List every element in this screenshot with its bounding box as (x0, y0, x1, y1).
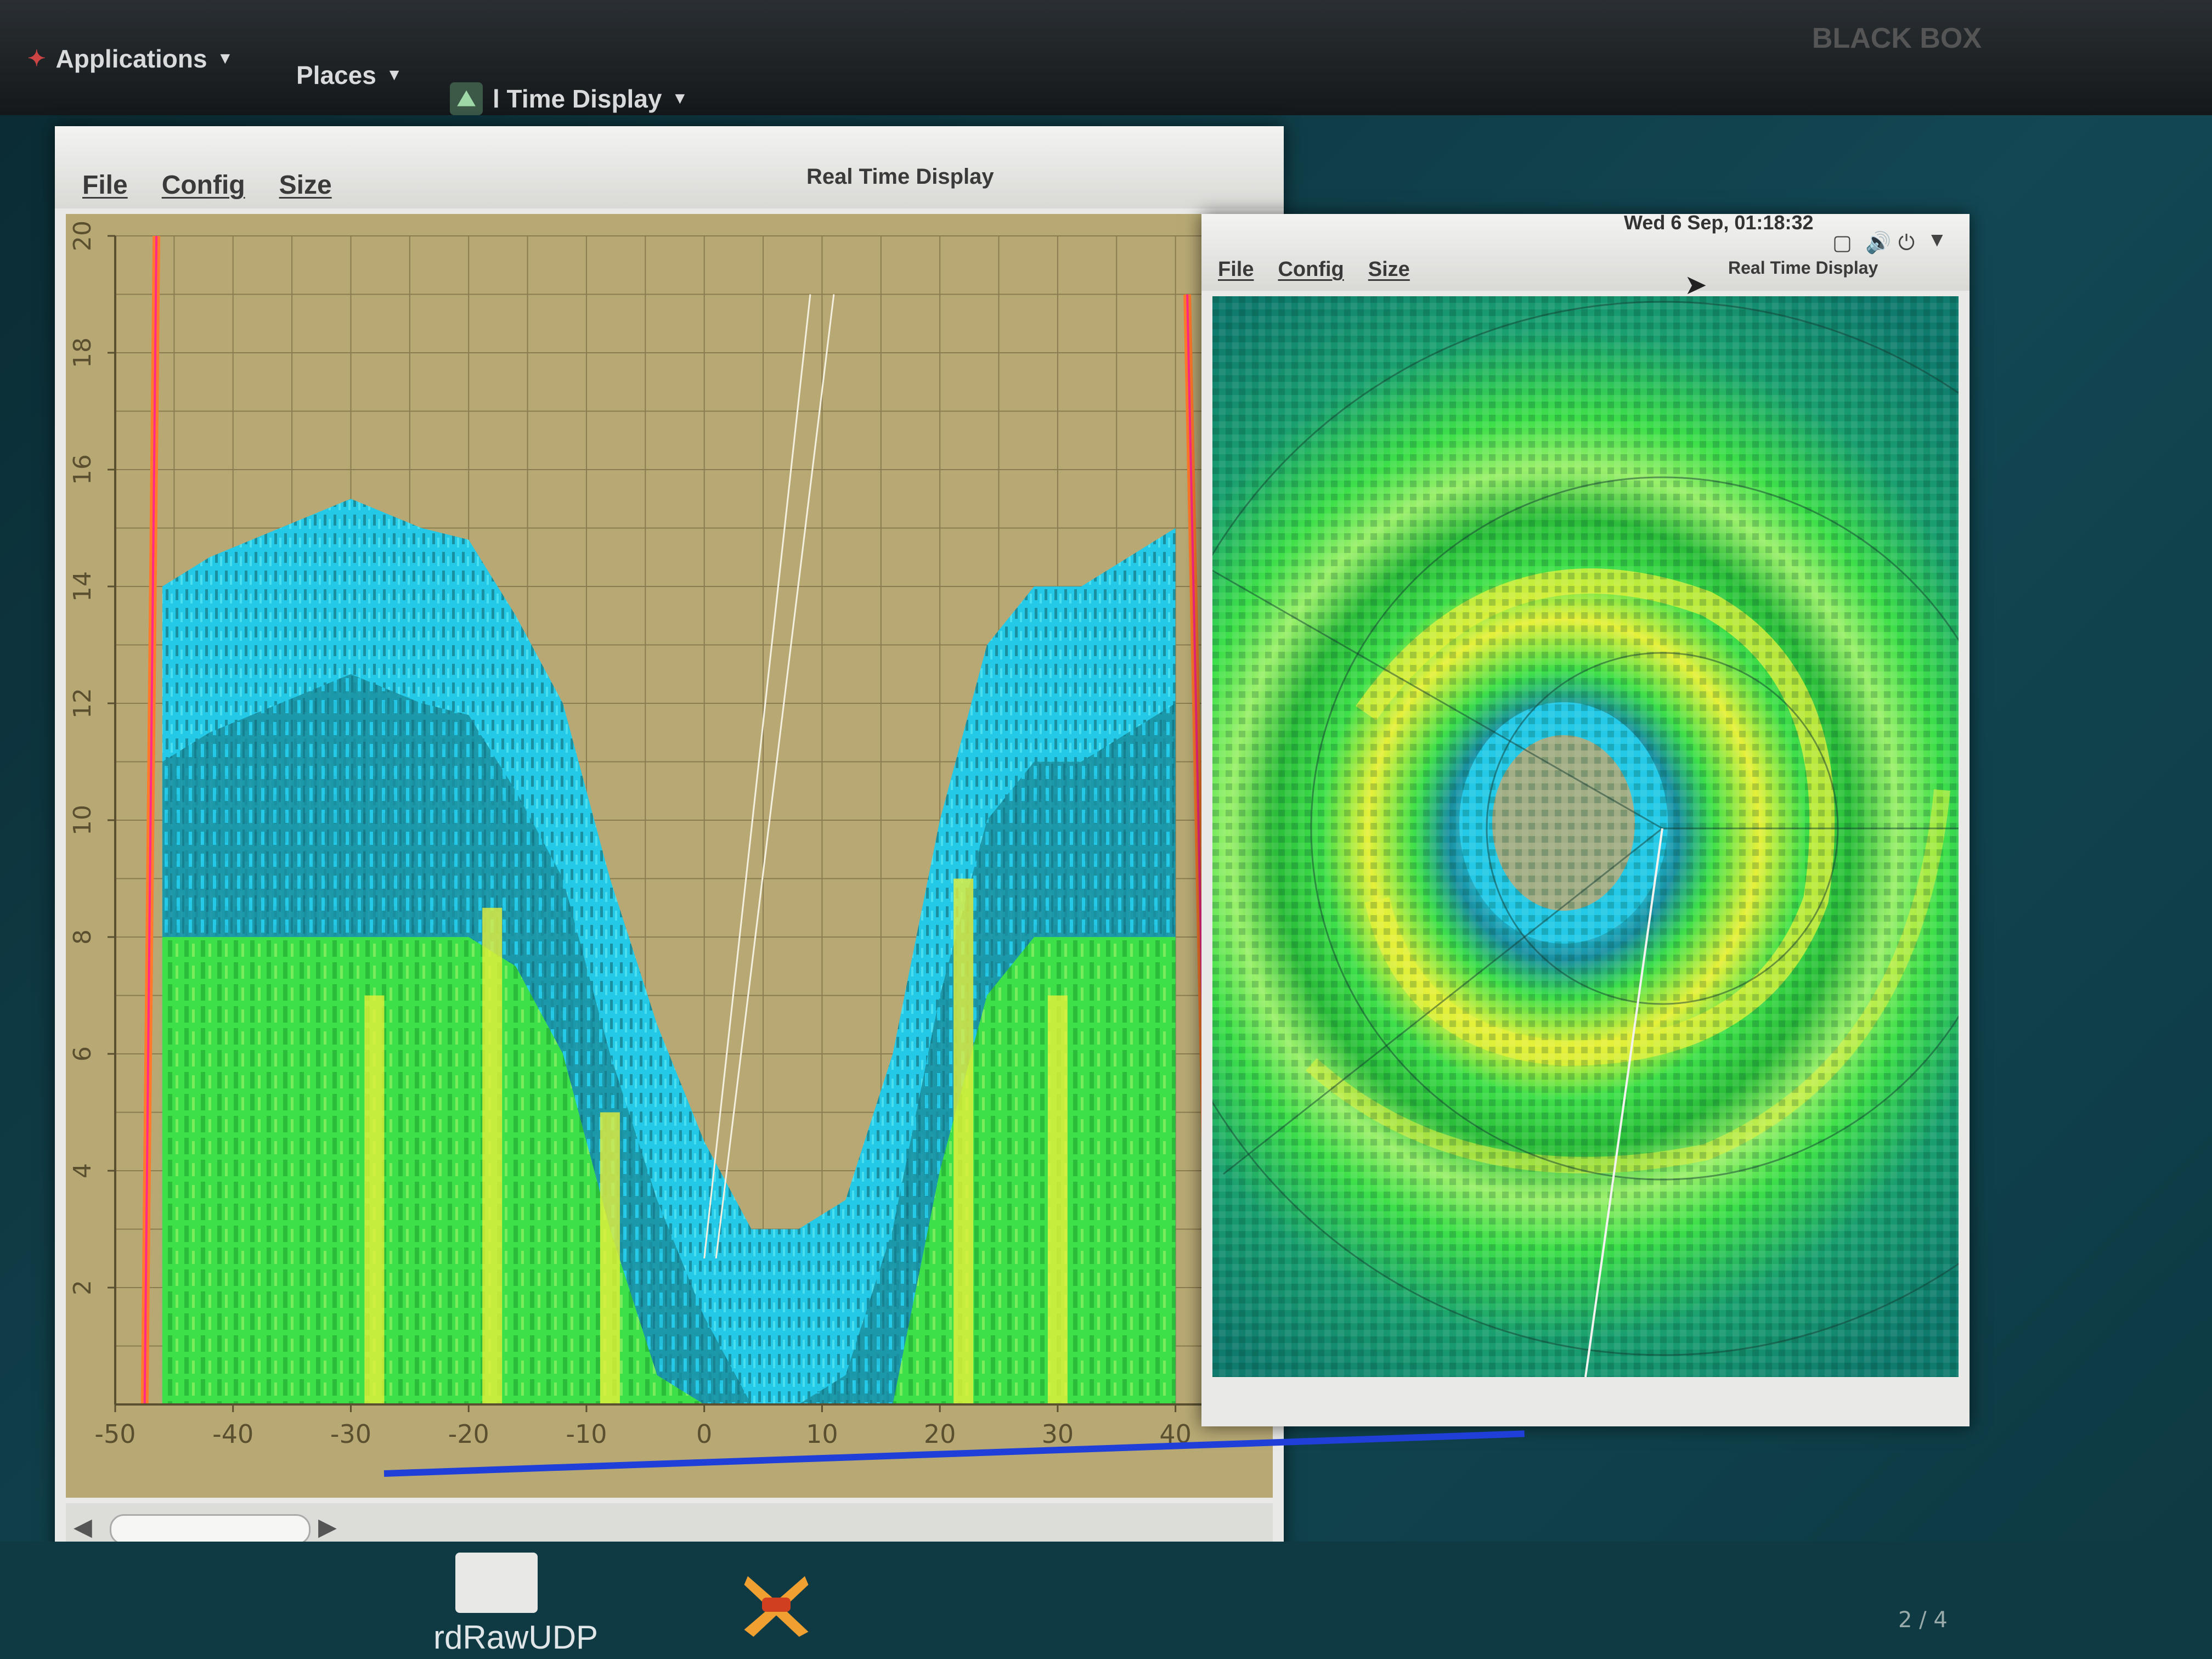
scroll-right-icon[interactable]: ▶ (318, 1513, 337, 1541)
applications-label: Applications (55, 44, 207, 73)
ppi-display-window: File Config Size Real Time Display (1201, 214, 1970, 1426)
monitor-brand-logo: BLACK BOX (1812, 22, 1982, 54)
menu-size[interactable]: Size (1368, 258, 1410, 281)
x-tick-label: -20 (448, 1419, 489, 1449)
y-tick-label: 8 (69, 929, 97, 945)
window-titlebar: File Config Size Real Time Display (1201, 214, 1970, 291)
chevron-down-icon: ▼ (672, 89, 689, 108)
window-titlebar: File Config Size Real Time Display (55, 126, 1284, 208)
volume-icon[interactable]: 🔊 (1865, 230, 1891, 255)
chevron-down-icon: ▼ (386, 66, 403, 84)
y-tick-label: 2 (69, 1280, 97, 1295)
task-label[interactable]: rdRawUDP (433, 1618, 598, 1656)
y-tick-label: 14 (69, 571, 97, 602)
display-icon[interactable]: ▢ (1832, 230, 1852, 255)
scan-line (715, 294, 835, 1259)
echo-yellow-streak (364, 995, 385, 1404)
x-tick-label: 10 (806, 1419, 838, 1449)
app-icon: ⛰ (450, 82, 483, 115)
y-tick-label: 6 (69, 1046, 97, 1062)
echo-yellow-streak (1047, 995, 1068, 1404)
scroll-left-icon[interactable]: ◀ (74, 1513, 92, 1541)
x-tick-label: -40 (212, 1419, 253, 1449)
menu-config[interactable]: Config (162, 170, 245, 200)
rhi-plot[interactable]: 2 4 6 8 10 12 14 16 18 20 -50 -40 -30 -20 -10 0 10 20 30 40 (66, 214, 1273, 1498)
task-thumbnail[interactable] (455, 1553, 538, 1613)
radar-pixel-texture (1212, 296, 1959, 1377)
power-icon[interactable]: ⏻ (1898, 230, 1915, 255)
y-tick-label: 16 (69, 454, 97, 485)
menu-config[interactable]: Config (1278, 258, 1344, 281)
menu-bar: File Config Size (1218, 258, 1410, 281)
y-tick-label: 18 (69, 337, 97, 368)
echo-yellow-streak (482, 907, 503, 1404)
mouse-cursor-icon: ➤ (1684, 269, 1707, 301)
active-app-menu[interactable]: ⛰ l Time Display ▼ (450, 82, 688, 115)
window-title: Real Time Display (806, 165, 994, 189)
workspace-pager[interactable]: 2 / 4 (1898, 1607, 1948, 1633)
x-tick-label: -30 (330, 1419, 371, 1449)
menu-file[interactable]: File (82, 170, 128, 200)
places-menu[interactable]: Places ▼ (296, 60, 403, 90)
menu-bar: File Config Size (82, 170, 332, 200)
echo-yellow-streak (953, 878, 974, 1404)
ppi-radar-svg (1212, 296, 1959, 1377)
applications-menu[interactable]: ✦ Applications ▼ (27, 44, 233, 74)
y-tick-label: 20 (69, 221, 97, 251)
clock[interactable]: Wed 6 Sep, 01:18:32 (1624, 211, 1814, 234)
scrollbar-thumb[interactable] (110, 1514, 311, 1545)
y-tick-label: 12 (69, 688, 97, 719)
active-app-label: l Time Display (493, 84, 662, 113)
x-tick-label: 30 (1042, 1419, 1074, 1449)
y-tick-label: 10 (69, 805, 97, 836)
bottom-taskbar (0, 1542, 2212, 1659)
y-tick-label: 4 (69, 1163, 97, 1178)
rhi-display-window: File Config Size Real Time Display 2 4 6… (55, 126, 1284, 1607)
menu-file[interactable]: File (1218, 258, 1254, 281)
echo-yellow-streak (600, 1112, 620, 1404)
window-title: Real Time Display (1728, 258, 1878, 278)
menu-size[interactable]: Size (279, 170, 332, 200)
x-tick-label: 0 (696, 1419, 712, 1449)
chevron-down-icon: ▼ (217, 49, 234, 67)
x-tick-label: -50 (94, 1419, 136, 1449)
ppi-radar-plot[interactable] (1212, 296, 1959, 1377)
x-tick-label: 20 (924, 1419, 956, 1449)
scan-line (703, 294, 811, 1259)
xchat-icon[interactable] (741, 1569, 812, 1640)
chevron-down-icon[interactable]: ▼ (1931, 230, 1943, 249)
gnome-foot-icon: ✦ (27, 47, 46, 71)
rhi-plot-svg: 2468101214161820-50 -40 -30 -20 -10 0 10 20 30 40 (69, 221, 1235, 1449)
places-label: Places (296, 61, 376, 89)
top-panel: ✦ Applications ▼ Places ▼ ⛰ l Time Displ… (0, 0, 2212, 115)
x-tick-label: -10 (566, 1419, 607, 1449)
